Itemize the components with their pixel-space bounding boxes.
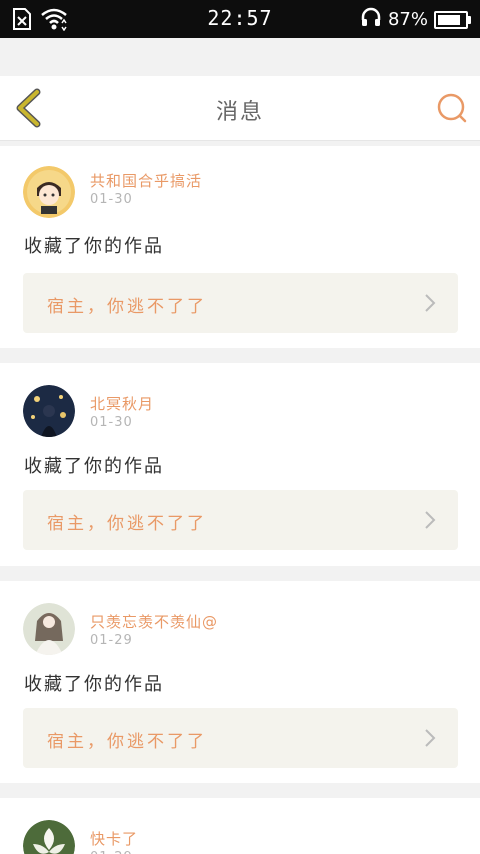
work-link[interactable]: 宿主，你逃不了了: [23, 708, 458, 768]
battery-icon: [434, 10, 471, 29]
header-bar: 消息: [0, 76, 480, 141]
status-bar: 22:57 87%: [0, 0, 480, 38]
work-title: 宿主，你逃不了了: [47, 297, 207, 317]
message-item[interactable]: 快卡了 01-29: [0, 798, 480, 854]
message-date: 01-30: [90, 192, 133, 207]
battery-percent: 87%: [387, 9, 428, 30]
work-link[interactable]: 宿主，你逃不了了: [23, 490, 458, 550]
message-item[interactable]: 只羡忘羡不羡仙@ 01-29 收藏了你的作品 宿主，你逃不了了: [0, 581, 480, 783]
avatar[interactable]: [23, 820, 75, 854]
status-right-icons: 87%: [360, 6, 471, 33]
message-action: 收藏了你的作品: [24, 674, 164, 695]
username[interactable]: 只羡忘羡不羡仙@: [90, 611, 218, 632]
message-date: 01-29: [90, 633, 133, 648]
work-title: 宿主，你逃不了了: [47, 732, 207, 752]
avatar[interactable]: [23, 166, 75, 218]
message-item[interactable]: 北冥秋月 01-30 收藏了你的作品 宿主，你逃不了了: [0, 363, 480, 566]
chevron-right-icon: [425, 729, 436, 747]
avatar[interactable]: [23, 385, 75, 437]
message-item[interactable]: 共和国合乎搞活 01-30 收藏了你的作品 宿主，你逃不了了: [0, 146, 480, 348]
page-title: 消息: [215, 100, 264, 125]
username[interactable]: 北冥秋月: [90, 393, 154, 414]
message-date: 01-29: [90, 850, 133, 854]
message-action: 收藏了你的作品: [24, 456, 164, 477]
message-date: 01-30: [90, 415, 133, 430]
username[interactable]: 共和国合乎搞活: [90, 170, 202, 191]
search-icon: [437, 93, 467, 123]
message-action: 收藏了你的作品: [24, 236, 164, 257]
headphones-icon: [360, 6, 382, 33]
battery-level: [438, 14, 461, 25]
work-title: 宿主，你逃不了了: [47, 514, 207, 534]
search-button[interactable]: [436, 92, 468, 124]
chevron-right-icon: [425, 511, 436, 529]
avatar[interactable]: [23, 603, 75, 655]
work-link[interactable]: 宿主，你逃不了了: [23, 273, 458, 333]
chevron-right-icon: [425, 294, 436, 312]
username[interactable]: 快卡了: [90, 828, 138, 849]
